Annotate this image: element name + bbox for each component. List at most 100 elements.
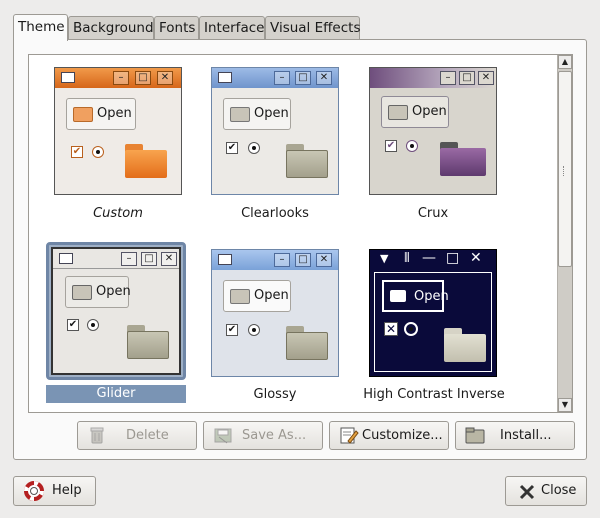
install-button[interactable]: Install... bbox=[455, 421, 575, 450]
tab-fonts-label: Fonts bbox=[159, 20, 196, 36]
folder-open-icon bbox=[388, 105, 408, 120]
preview-titlebar: ▼ ⦀ — □ ✕ bbox=[370, 250, 496, 270]
preview-open-button: Open bbox=[381, 96, 449, 128]
preview-titlebar: – □ ✕ bbox=[212, 250, 338, 270]
scroll-down-arrow-icon[interactable]: ▼ bbox=[558, 398, 572, 412]
theme-preview-glossy: – □ ✕ Open ✔ bbox=[211, 249, 339, 377]
scrollbar-grip-icon bbox=[563, 166, 566, 176]
folder-icon bbox=[125, 144, 167, 178]
tab-theme-label: Theme bbox=[18, 19, 65, 35]
theme-preview-crux: – □ ✕ Open ✔ bbox=[369, 67, 497, 195]
tab-background[interactable]: Background bbox=[68, 16, 154, 40]
scroll-up-arrow-icon[interactable]: ▲ bbox=[558, 55, 572, 69]
checkbox-icon: ✔ bbox=[226, 142, 238, 154]
preview-open-label: Open bbox=[96, 284, 131, 299]
help-label: Help bbox=[52, 483, 82, 498]
window-icon bbox=[59, 253, 73, 264]
folder-open-icon bbox=[230, 289, 250, 304]
folder-icon bbox=[286, 144, 328, 178]
radio-icon bbox=[404, 322, 418, 336]
tab-fonts[interactable]: Fonts bbox=[154, 16, 199, 40]
theme-name-glossy: Glossy bbox=[253, 387, 297, 402]
customize-label: Customize... bbox=[362, 428, 443, 443]
theme-preview-high-contrast-inverse: ▼ ⦀ — □ ✕ Open ✕ bbox=[369, 249, 497, 377]
help-button[interactable]: Help bbox=[13, 476, 96, 506]
folder-open-icon bbox=[72, 285, 92, 300]
maximize-icon: □ bbox=[295, 253, 311, 267]
close-icon: ✕ bbox=[157, 71, 173, 85]
folder-open-icon bbox=[73, 107, 93, 122]
delete-button[interactable]: Delete bbox=[77, 421, 197, 450]
tab-interface[interactable]: Interface bbox=[199, 16, 265, 40]
maximize-icon: □ bbox=[446, 250, 460, 266]
folder-icon bbox=[127, 325, 169, 359]
checkbox-icon: ✔ bbox=[385, 140, 397, 152]
checkbox-icon: ✔ bbox=[67, 319, 79, 331]
preview-open-label: Open bbox=[414, 289, 449, 304]
tab-visual-effects[interactable]: Visual Effects bbox=[265, 16, 360, 40]
close-icon bbox=[518, 483, 538, 500]
theme-list[interactable]: – □ ✕ Open ✔ Custom – □ ✕ Open ✔ Clearlo… bbox=[28, 54, 573, 413]
theme-name-custom: Custom bbox=[93, 206, 143, 221]
install-icon bbox=[465, 427, 485, 444]
preview-titlebar: – □ ✕ bbox=[53, 249, 179, 269]
theme-name-high-contrast-inverse: High Contrast Inverse bbox=[363, 387, 505, 402]
preview-open-label: Open bbox=[97, 106, 132, 121]
theme-preview-glider: – □ ✕ Open ✔ bbox=[51, 247, 181, 375]
close-label: Close bbox=[541, 483, 577, 498]
pin-icon: ⦀ bbox=[404, 251, 410, 266]
save-as-icon bbox=[213, 427, 233, 444]
close-icon: ✕ bbox=[478, 71, 494, 85]
theme-name-crux: Crux bbox=[417, 206, 449, 221]
customize-icon bbox=[339, 427, 359, 444]
radio-icon bbox=[248, 324, 260, 336]
preview-open-button: Open bbox=[66, 98, 136, 130]
tab-theme[interactable]: Theme bbox=[13, 14, 68, 41]
window-icon bbox=[218, 254, 232, 265]
preview-titlebar: – □ ✕ bbox=[212, 68, 338, 88]
folder-icon bbox=[286, 326, 328, 360]
window-icon bbox=[61, 72, 75, 83]
theme-preview-custom: – □ ✕ Open ✔ bbox=[54, 67, 182, 195]
close-icon: ✕ bbox=[470, 250, 482, 266]
tab-visual-effects-label: Visual Effects bbox=[270, 20, 361, 36]
maximize-icon: □ bbox=[141, 252, 157, 266]
preview-open-button: Open bbox=[223, 280, 291, 312]
save-as-label: Save As... bbox=[242, 428, 307, 443]
checkbox-icon: ✕ bbox=[384, 322, 398, 336]
close-icon: ✕ bbox=[316, 71, 332, 85]
theme-name-glider: Glider bbox=[46, 385, 186, 403]
vertical-scrollbar[interactable]: ▲ ▼ bbox=[557, 55, 572, 412]
maximize-icon: □ bbox=[135, 71, 151, 85]
preview-open-label: Open bbox=[412, 104, 447, 119]
preview-titlebar: – □ ✕ bbox=[370, 68, 496, 88]
folder-icon bbox=[444, 328, 486, 362]
menu-arrow-icon: ▼ bbox=[380, 252, 389, 265]
checkbox-icon: ✔ bbox=[226, 324, 238, 336]
minimize-icon: – bbox=[440, 71, 456, 85]
preview-titlebar: – □ ✕ bbox=[55, 68, 181, 88]
folder-open-icon bbox=[390, 290, 406, 302]
tab-interface-label: Interface bbox=[204, 20, 265, 36]
theme-preview-clearlooks: – □ ✕ Open ✔ bbox=[211, 67, 339, 195]
radio-icon bbox=[92, 146, 104, 158]
close-button[interactable]: Close bbox=[505, 476, 587, 506]
radio-icon bbox=[87, 319, 99, 331]
minimize-icon: – bbox=[121, 252, 137, 266]
preview-open-label: Open bbox=[254, 288, 289, 303]
minimize-icon: – bbox=[274, 253, 290, 267]
delete-label: Delete bbox=[126, 428, 169, 443]
minimize-icon: – bbox=[274, 71, 290, 85]
preview-open-button: Open bbox=[223, 98, 291, 130]
tab-background-label: Background bbox=[73, 20, 154, 36]
preview-open-button: Open bbox=[382, 280, 449, 312]
folder-icon bbox=[440, 142, 486, 176]
minimize-icon: — bbox=[422, 250, 436, 266]
maximize-icon: □ bbox=[295, 71, 311, 85]
radio-icon bbox=[406, 140, 418, 152]
save-as-button[interactable]: Save As... bbox=[203, 421, 323, 450]
radio-icon bbox=[248, 142, 260, 154]
customize-button[interactable]: Customize... bbox=[329, 421, 449, 450]
close-icon: ✕ bbox=[316, 253, 332, 267]
theme-name-clearlooks: Clearlooks bbox=[241, 206, 309, 221]
